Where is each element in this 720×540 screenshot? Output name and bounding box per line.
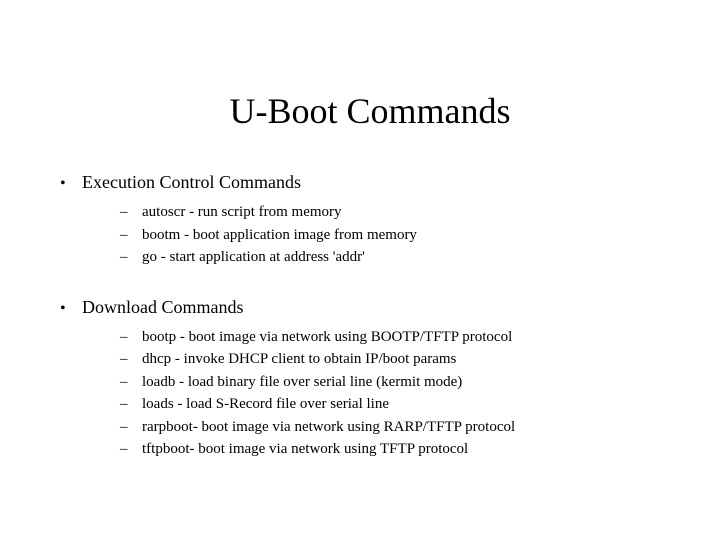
item-text: rarpboot- boot image via network using R…: [142, 416, 515, 439]
item-text: dhcp - invoke DHCP client to obtain IP/b…: [142, 348, 456, 371]
list-item: – dhcp - invoke DHCP client to obtain IP…: [120, 348, 680, 371]
section-execution-control: • Execution Control Commands – autoscr -…: [60, 172, 680, 269]
dash-icon: –: [120, 438, 142, 461]
section-download: • Download Commands – bootp - boot image…: [60, 297, 680, 461]
list-item: – go - start application at address 'add…: [120, 246, 680, 269]
section-heading: • Download Commands: [60, 297, 680, 318]
section-title: Execution Control Commands: [82, 172, 301, 193]
list-item: – loadb - load binary file over serial l…: [120, 371, 680, 394]
item-text: autoscr - run script from memory: [142, 201, 342, 224]
dash-icon: –: [120, 326, 142, 349]
dash-icon: –: [120, 224, 142, 247]
bullet-icon: •: [60, 300, 82, 318]
item-text: bootm - boot application image from memo…: [142, 224, 417, 247]
dash-icon: –: [120, 416, 142, 439]
sub-list: – autoscr - run script from memory – boo…: [120, 201, 680, 269]
dash-icon: –: [120, 201, 142, 224]
list-item: – autoscr - run script from memory: [120, 201, 680, 224]
slide-title: U-Boot Commands: [60, 90, 680, 132]
item-text: tftpboot- boot image via network using T…: [142, 438, 468, 461]
list-item: – tftpboot- boot image via network using…: [120, 438, 680, 461]
list-item: – bootm - boot application image from me…: [120, 224, 680, 247]
slide: U-Boot Commands • Execution Control Comm…: [0, 0, 720, 540]
item-text: bootp - boot image via network using BOO…: [142, 326, 512, 349]
dash-icon: –: [120, 348, 142, 371]
section-heading: • Execution Control Commands: [60, 172, 680, 193]
item-text: loads - load S-Record file over serial l…: [142, 393, 389, 416]
section-title: Download Commands: [82, 297, 244, 318]
item-text: loadb - load binary file over serial lin…: [142, 371, 462, 394]
dash-icon: –: [120, 393, 142, 416]
sub-list: – bootp - boot image via network using B…: [120, 326, 680, 461]
list-item: – loads - load S-Record file over serial…: [120, 393, 680, 416]
bullet-icon: •: [60, 175, 82, 193]
list-item: – rarpboot- boot image via network using…: [120, 416, 680, 439]
item-text: go - start application at address 'addr': [142, 246, 365, 269]
list-item: – bootp - boot image via network using B…: [120, 326, 680, 349]
dash-icon: –: [120, 371, 142, 394]
sections: • Execution Control Commands – autoscr -…: [60, 172, 680, 461]
dash-icon: –: [120, 246, 142, 269]
